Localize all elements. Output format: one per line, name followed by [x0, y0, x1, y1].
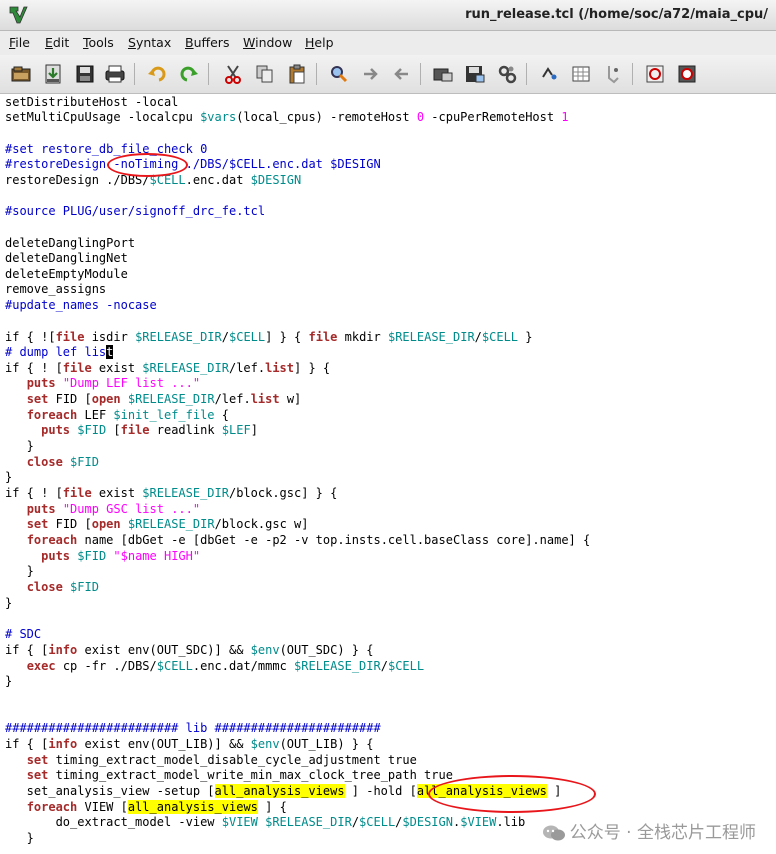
find-next-icon[interactable]: [360, 63, 382, 85]
code-line: puts $FID [file readlink $LEF]: [41, 423, 258, 437]
code-line: setDistributeHost -local: [5, 95, 179, 109]
wechat-icon: [542, 824, 566, 842]
menu-window[interactable]: Window: [243, 35, 292, 50]
watermark: 公众号 · 全栈芯片工程师: [542, 818, 756, 843]
code-line: set FID [open $RELEASE_DIR/lef.list w]: [26, 392, 302, 406]
find-help-icon[interactable]: [676, 63, 698, 85]
gvim-app-icon[interactable]: [8, 5, 28, 25]
code-line: ######################## lib ###########…: [5, 721, 381, 735]
code-line: set timing_extract_model_write_min_max_c…: [26, 768, 453, 782]
toolbar-separator: [420, 63, 421, 85]
code-line: do_extract_model -view $VIEW $RELEASE_DI…: [5, 815, 526, 829]
code-line: puts "Dump GSC list ...": [26, 502, 201, 516]
menu-tools[interactable]: Tools: [83, 35, 114, 50]
toolbar-separator: [632, 63, 633, 85]
open-icon[interactable]: [10, 63, 32, 85]
find-prev-icon[interactable]: [390, 63, 412, 85]
help-icon[interactable]: [644, 63, 666, 85]
toolbar-separator: [526, 63, 527, 85]
run-script-icon[interactable]: [496, 63, 518, 85]
code-line: deleteDanglingNet: [5, 251, 128, 265]
code-line: close $FID: [26, 580, 99, 594]
print-icon[interactable]: [104, 63, 126, 85]
code-line: puts $FID "$name HIGH": [41, 549, 201, 563]
code-line: foreach name [dbGet -e [dbGet -e -p2 -v …: [26, 533, 591, 547]
save-all-icon[interactable]: [74, 63, 96, 85]
code-line: #update_names -nocase: [5, 298, 157, 312]
code-line: foreach LEF $init_lef_file {: [26, 408, 229, 422]
code-line: if { [info exist env(OUT_SDC)] && $env(O…: [5, 643, 374, 657]
code-line: restoreDesign ./DBS/$CELL.enc.dat $DESIG…: [5, 173, 302, 187]
toolbar-separator: [316, 63, 317, 85]
text-cursor: t: [106, 345, 114, 359]
save-session-icon[interactable]: [464, 63, 486, 85]
save-icon[interactable]: [42, 63, 64, 85]
code-line: }: [5, 439, 34, 453]
code-line: exec cp -fr ./DBS/$CELL.enc.dat/mmmc $RE…: [26, 659, 425, 673]
menu-syntax[interactable]: Syntax: [128, 35, 171, 50]
toolbar-separator: [134, 63, 135, 85]
code-line: }: [5, 596, 13, 610]
shell-icon[interactable]: [570, 63, 592, 85]
menu-help[interactable]: Help: [305, 35, 334, 50]
menu-edit[interactable]: Edit: [45, 35, 69, 50]
code-line: deleteDanglingPort: [5, 236, 136, 250]
code-line: set_analysis_view -setup [all_analysis_v…: [5, 784, 562, 798]
find-replace-icon[interactable]: [328, 63, 350, 85]
code-line: }: [5, 470, 13, 484]
toolbar: [0, 55, 776, 94]
make-icon[interactable]: [538, 63, 560, 85]
code-line: }: [5, 831, 34, 845]
undo-icon[interactable]: [146, 63, 168, 85]
code-line: puts "Dump LEF list ...": [26, 376, 201, 390]
code-line: set FID [open $RELEASE_DIR/block.gsc w]: [26, 517, 309, 531]
copy-icon[interactable]: [254, 63, 276, 85]
code-line: close $FID: [26, 455, 99, 469]
code-line: #set restore_db_file_check 0: [5, 142, 208, 156]
code-line: #restoreDesign -noTiming ./DBS/$CELL.enc…: [5, 157, 381, 171]
code-line: remove_assigns: [5, 282, 107, 296]
code-line: }: [5, 674, 13, 688]
code-line: set timing_extract_model_disable_cycle_a…: [26, 753, 417, 767]
toolbar-separator: [208, 63, 209, 85]
window-title: run_release.tcl (/home/soc/a72/maia_cpu/: [465, 7, 768, 22]
code-line: if { ! [file exist $RELEASE_DIR/block.gs…: [5, 486, 338, 500]
code-line: # dump lef list: [5, 345, 114, 359]
code-editor[interactable]: setDistributeHost -local setMultiCpuUsag…: [0, 94, 776, 854]
cut-icon[interactable]: [222, 63, 244, 85]
code-line: if { [info exist env(OUT_LIB)] && $env(O…: [5, 737, 374, 751]
code-line: deleteEmptyModule: [5, 267, 128, 281]
menu-bar: File Edit Tools Syntax Buffers Window He…: [0, 31, 776, 55]
code-line: setMultiCpuUsage -localcpu $vars(local_c…: [5, 110, 569, 124]
code-line: #source PLUG/user/signoff_drc_fe.tcl: [5, 204, 266, 218]
title-bar: run_release.tcl (/home/soc/a72/maia_cpu/: [0, 0, 776, 31]
menu-buffers[interactable]: Buffers: [185, 35, 229, 50]
menu-file[interactable]: File: [9, 35, 30, 50]
code-line: }: [5, 564, 34, 578]
code-line: # SDC: [5, 627, 42, 641]
code-line: if { ! [file exist $RELEASE_DIR/lef.list…: [5, 361, 331, 375]
ctags-icon[interactable]: [602, 63, 624, 85]
load-session-icon[interactable]: [432, 63, 454, 85]
paste-icon[interactable]: [286, 63, 308, 85]
code-line: if { ![file isdir $RELEASE_DIR/$CELL] } …: [5, 330, 533, 344]
code-line: foreach VIEW [all_analysis_views ] {: [26, 800, 287, 814]
redo-icon[interactable]: [178, 63, 200, 85]
